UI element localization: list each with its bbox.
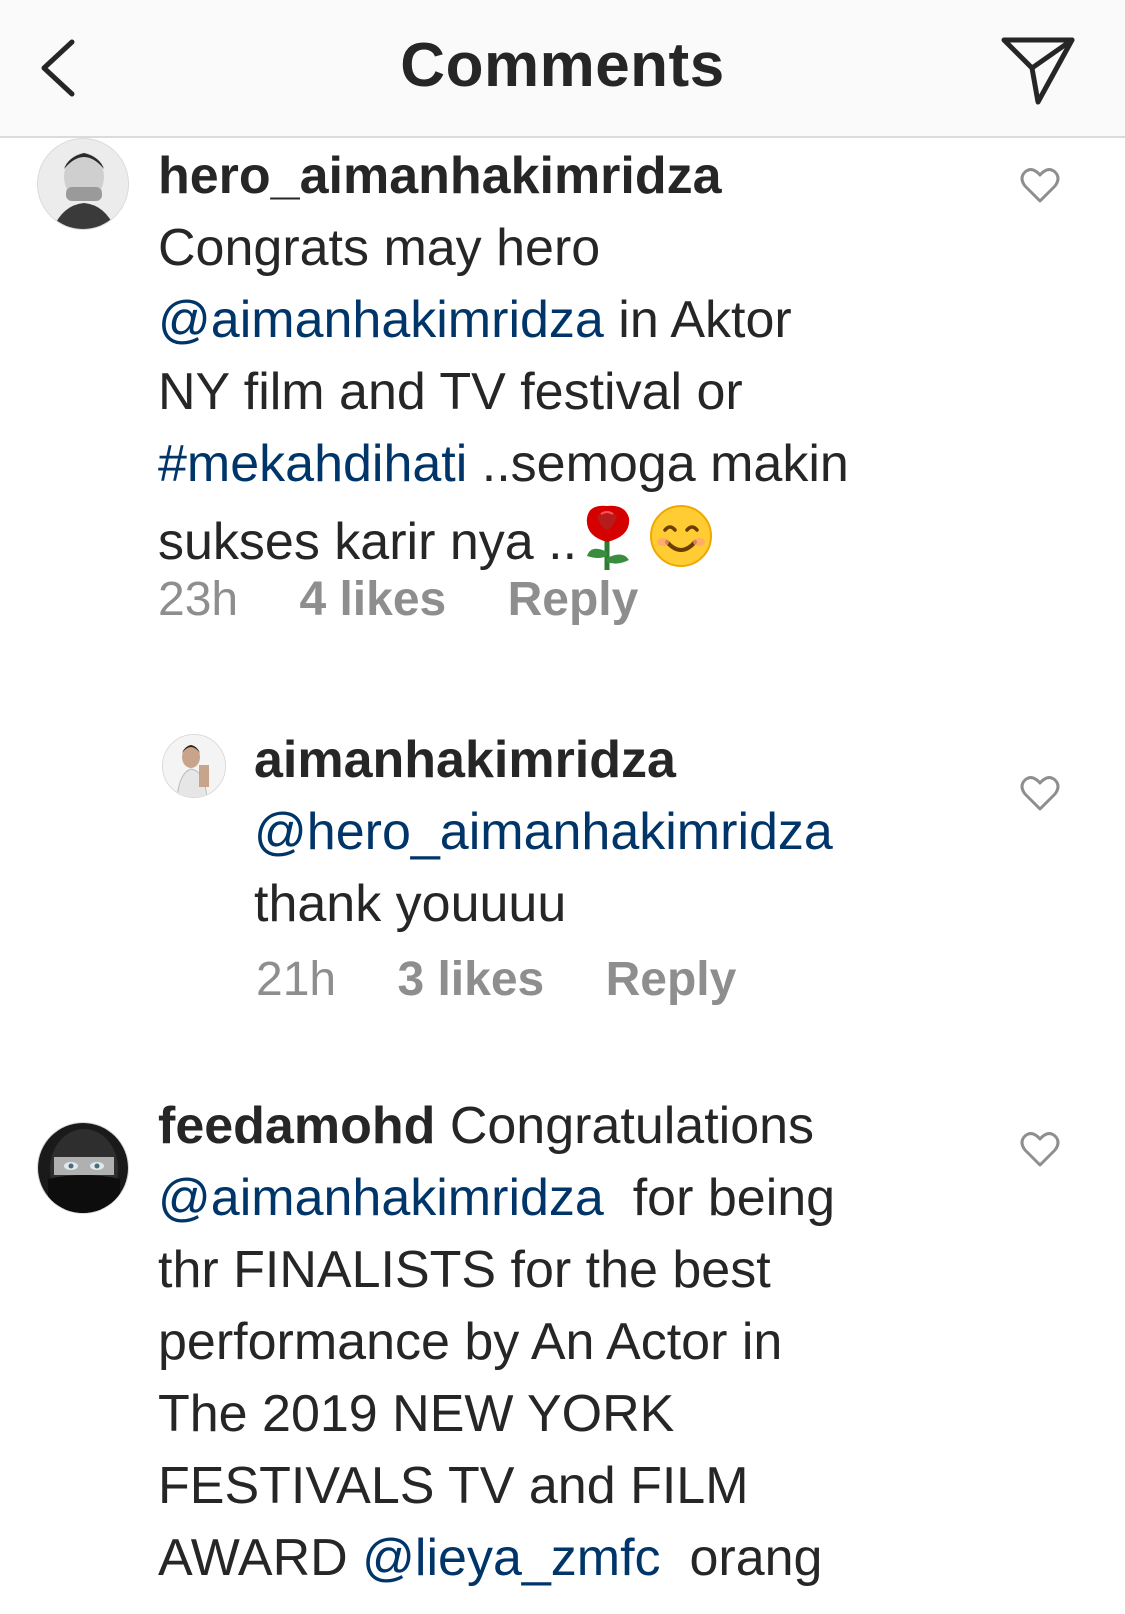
comment-meta: 23h 4 likes Reply [158,572,638,627]
comment-meta: 21h 3 likes Reply [256,952,736,1007]
comment-line: performance by An Actor in [158,1313,783,1371]
comment-line-text: Congratulations [435,1097,815,1155]
comment-line-text: in Aktor [603,291,792,349]
like-button[interactable] [1020,1132,1060,1168]
comment-line: @aimanhakimridza for being [158,1162,978,1234]
comment-line-text: sukses karir nya .. [158,513,578,572]
comment-time: 23h [158,573,239,626]
comment-line: thr FINALISTS for the best [158,1241,771,1299]
comment-line: thank youuuu [254,875,567,933]
comment-line: FESTIVALS TV and FILM [158,1457,749,1515]
reply-button[interactable]: Reply [508,572,639,627]
avatar[interactable] [37,1122,129,1214]
heart-icon [1020,776,1060,811]
comment-line-text: ..semoga makin [467,435,849,493]
comment-line: #mekahdihati ..semoga makin [158,428,958,500]
comment-line: @hero_aimanhakimridza [254,796,1014,868]
comment-line: The 2019 NEW YORK [158,1385,675,1443]
mention-link[interactable]: @aimanhakimridza [158,1169,604,1227]
page-title: Comments [400,31,725,100]
reply-button[interactable]: Reply [606,952,737,1007]
comment-line: feedamohd Congratulations [158,1090,978,1162]
comment-likes[interactable]: 3 likes [397,952,544,1007]
avatar[interactable] [37,138,129,230]
avatar-image [38,1123,128,1213]
paper-plane-icon [1001,37,1075,105]
comment-username[interactable]: aimanhakimridza [254,724,1014,796]
avatar-image [163,735,225,797]
comment-text: aimanhakimridza @hero_aimanhakimridza th… [254,724,1014,940]
heart-icon [1020,1132,1060,1167]
comment-username[interactable]: feedamohd [158,1097,435,1155]
hashtag-link[interactable]: #mekahdihati [158,435,467,493]
reply-comment-item: aimanhakimridza @hero_aimanhakimridza th… [0,730,1125,1050]
avatar-image [38,139,128,229]
comment-line: @aimanhakimridza in Aktor [158,284,958,356]
comment-line: NY film and TV festival or [158,363,743,421]
send-button[interactable] [996,30,1080,110]
avatar[interactable] [162,734,226,798]
comment-time: 21h [256,953,337,1006]
like-button[interactable] [1020,168,1060,204]
mention-link[interactable]: @hero_aimanhakimridza [254,803,833,861]
comment-line-text: orang [660,1529,823,1587]
comment-text: hero_aimanhakimridza Congrats may hero @… [158,140,958,591]
comment-username[interactable]: hero_aimanhakimridza [158,140,958,212]
like-button[interactable] [1020,776,1060,812]
comment-line: Congrats may hero [158,219,601,277]
heart-icon [1020,168,1060,203]
mention-link[interactable]: @lieya_zmfc [362,1529,660,1587]
comment-likes[interactable]: 4 likes [299,572,446,627]
comment-text: feedamohd Congratulations @aimanhakimrid… [158,1090,978,1594]
comment-line: AWARD @lieya_zmfc orang [158,1522,978,1594]
header-bar: Comments [0,0,1125,138]
comment-line-text: for being [603,1169,836,1227]
comment-item: hero_aimanhakimridza Congrats may hero @… [0,138,1125,678]
comment-item: feedamohd Congratulations @aimanhakimrid… [0,1097,1125,1614]
smiling-face-emoji [649,504,713,587]
comment-line-text: AWARD [158,1529,363,1587]
mention-link[interactable]: @aimanhakimridza [158,291,604,349]
